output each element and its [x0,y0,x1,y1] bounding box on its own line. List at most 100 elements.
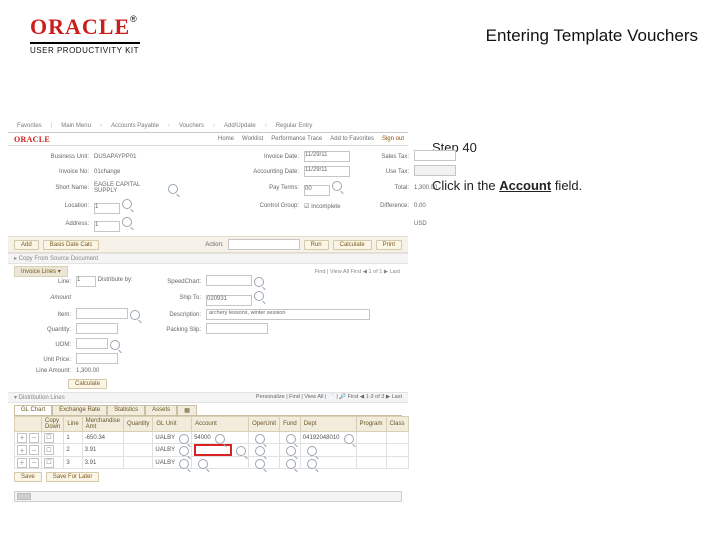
lookup-icon[interactable] [179,446,189,456]
bc-addupd[interactable]: Add/Update [221,123,259,129]
tab-stats[interactable]: Statistics [107,405,145,415]
page-title: Entering Template Vouchers [486,26,698,46]
cell-amt[interactable]: -650.34 [82,432,123,444]
row-del-icon[interactable]: － [29,458,39,468]
tab-exrate[interactable]: Exchange Rate [52,405,107,415]
lookup-icon[interactable] [286,446,296,456]
input-uom[interactable] [76,338,108,349]
bc-favorites[interactable]: Favorites [14,123,45,129]
input-price[interactable] [76,353,118,364]
table-row: ＋－ ☐ 2 3.91 UALBY [15,444,409,457]
link-signout[interactable]: Sign out [382,136,404,142]
cell-account[interactable]: 54000 [194,435,211,441]
lookup-icon[interactable] [255,459,265,469]
row-add-icon[interactable]: ＋ [17,458,27,468]
cell-glunit[interactable]: UALBY [155,460,175,466]
lookup-icon[interactable] [122,217,132,227]
line-calc-button[interactable]: Calculate [68,379,107,389]
input-pack[interactable] [206,323,268,334]
lookup-icon[interactable] [344,434,354,444]
input-item[interactable] [76,308,128,319]
lookup-icon[interactable] [122,199,132,209]
lookup-icon[interactable] [168,184,178,194]
input-shipto[interactable]: 020931 [206,295,252,306]
lookup-icon[interactable] [215,434,225,444]
scrollbar-thumb[interactable] [17,493,31,500]
input-sales[interactable] [414,150,456,161]
link-perftrace[interactable]: Performance Trace [271,136,322,142]
lookup-icon[interactable] [236,446,246,456]
cell-class[interactable] [386,444,408,457]
link-addfav[interactable]: Add to Favorites [330,136,374,142]
lookup-icon[interactable] [307,459,317,469]
row-del-icon[interactable]: － [29,445,39,455]
lookup-icon[interactable] [198,459,208,469]
bc-regentry[interactable]: Regular Entry [273,123,316,129]
chk-incomplete[interactable]: ☑ [304,204,309,210]
link-home[interactable]: Home [218,136,234,142]
lookup-icon[interactable] [307,446,317,456]
bc-vouchers[interactable]: Vouchers [176,123,207,129]
lookup-icon[interactable] [179,459,189,469]
lookup-icon[interactable] [110,340,120,350]
cell-program[interactable] [356,457,386,469]
row-del-icon[interactable]: － [29,433,39,443]
copy-from-source[interactable]: ▸ Copy From Source Document [8,253,408,264]
action-select[interactable] [228,239,300,250]
lookup-icon[interactable] [254,291,264,301]
input-desc[interactable]: archery lessons, winter session [206,309,370,320]
print-button[interactable]: Print [376,240,402,250]
cell-amt[interactable]: 3.91 [82,444,123,457]
row-add-icon[interactable]: ＋ [17,445,27,455]
calc-button[interactable]: Calculate [333,240,372,250]
lookup-icon[interactable] [255,446,265,456]
input-acctdate[interactable]: 11/29/11 [304,166,350,177]
invoice-lines-tab[interactable]: Invoice Lines ▾ [14,266,68,277]
cell-program[interactable] [356,444,386,457]
lookup-icon[interactable] [130,310,140,320]
input-line[interactable]: 1 [76,276,96,287]
cell-dept[interactable]: 04192048010 [303,435,340,441]
cell-qty[interactable] [124,444,153,457]
tab-glchart[interactable]: GL Chart [14,405,52,415]
row-add-icon[interactable]: ＋ [17,433,27,443]
input-payterms[interactable]: 00 [304,185,330,196]
bc-main[interactable]: Main Menu [58,123,94,129]
bc-ap[interactable]: Accounts Payable [108,123,162,129]
save-for-later-button[interactable]: Save For Later [46,472,100,482]
lookup-icon[interactable] [254,277,264,287]
dist-lines-bar[interactable]: ▾ Distribution Lines Personalize | Find … [8,392,408,403]
cell-qty[interactable] [124,432,153,444]
lookup-icon[interactable] [286,459,296,469]
link-worklist[interactable]: Worklist [242,136,263,142]
h-scrollbar[interactable] [14,491,402,502]
invoice-line-form: Line: 1 Distribute by: SpeedChart: Amoun… [8,275,408,374]
copydown-check[interactable]: ☐ [44,445,54,455]
lookup-icon[interactable] [286,434,296,444]
input-qty[interactable] [76,323,118,334]
cell-glunit[interactable]: UALBY [155,447,175,453]
table-row: ＋－ ☐ 1 -650.34 UALBY 54000 04192048010 [15,432,409,444]
run-button[interactable]: Run [304,240,329,250]
copydown-check[interactable]: ☐ [44,433,54,443]
lookup-icon[interactable] [332,181,342,191]
cell-amt[interactable]: 3.91 [82,457,123,469]
lookup-icon[interactable] [179,434,189,444]
cell-class[interactable] [386,432,408,444]
input-invdt[interactable]: 11/29/11 [304,151,350,162]
save-button[interactable]: Save [14,472,42,482]
tab-more[interactable]: ▦ [177,405,197,415]
input-speed[interactable] [206,275,252,286]
basis-button[interactable]: Basis Date Calc [43,240,100,250]
cell-qty[interactable] [124,457,153,469]
add-button[interactable]: Add [14,240,39,250]
tab-assets[interactable]: Assets [145,405,177,415]
cell-program[interactable] [356,432,386,444]
cell-class[interactable] [386,457,408,469]
copydown-check[interactable]: ☐ [44,458,54,468]
lookup-icon[interactable] [255,434,265,444]
input-loc[interactable]: 1 [94,203,120,214]
cell-glunit[interactable]: UALBY [155,435,175,441]
dist-pager[interactable]: Personalize | Find | View All | 📄 | 🔎 Fi… [256,394,402,401]
input-addr[interactable]: 1 [94,221,120,232]
